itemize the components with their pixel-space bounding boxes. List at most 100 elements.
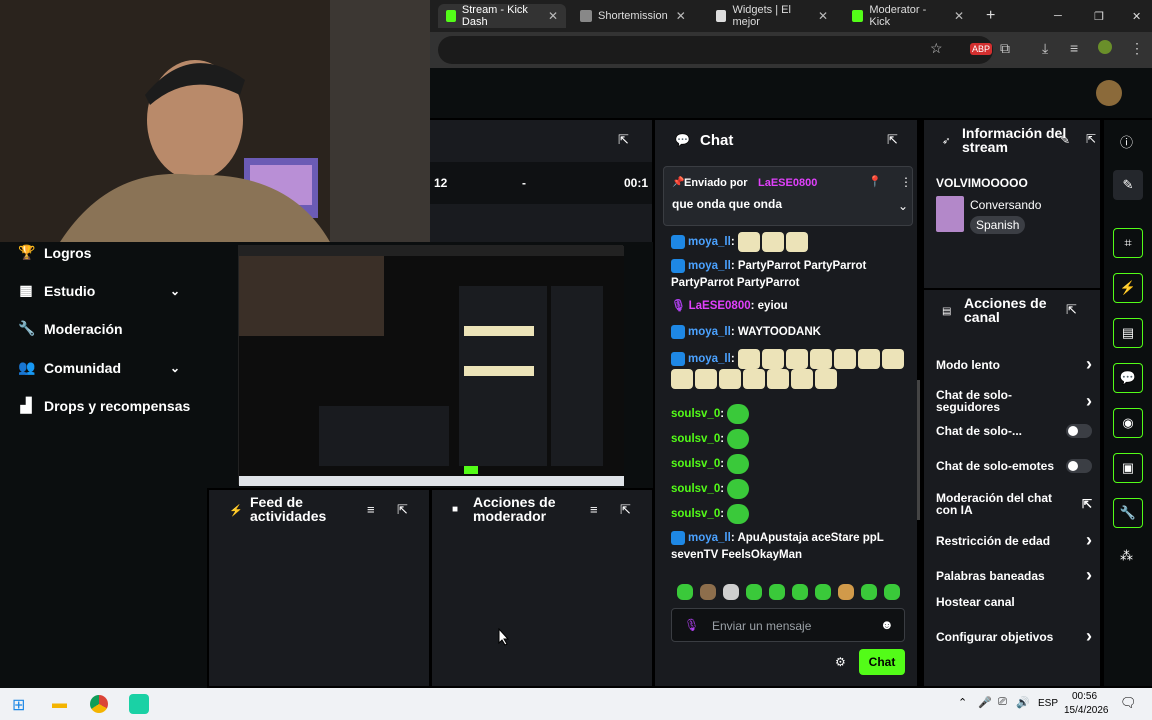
popout-icon[interactable]: ⇱ <box>1086 132 1096 146</box>
sidebar-item-moderacion[interactable]: 🔧 Moderación <box>18 320 123 337</box>
sidebar-item-drops[interactable]: ▟ Drops y recompensas <box>18 397 191 414</box>
chat-username[interactable]: soulsv_0 <box>671 508 720 520</box>
emote-icon[interactable] <box>695 369 717 389</box>
emote-icon[interactable] <box>671 369 693 389</box>
tab-widgets[interactable]: Widgets | El mejor ✕ <box>708 4 836 28</box>
category-name[interactable]: Conversando <box>970 198 1041 212</box>
more-icon[interactable]: ⋮ <box>900 175 912 189</box>
quick-emote-icon[interactable] <box>677 584 693 600</box>
chat-username[interactable]: soulsv_0 <box>671 458 720 470</box>
quick-emote-icon[interactable] <box>746 584 762 600</box>
emote-icon[interactable] <box>761 349 784 369</box>
emote-icon[interactable] <box>761 232 784 252</box>
pinned-user[interactable]: LaESE0800 <box>758 177 817 189</box>
extensions-icon[interactable]: ⧉ <box>1000 40 1010 57</box>
edit-icon[interactable]: ✎ <box>1060 133 1070 147</box>
chat-username[interactable]: moya_ll <box>688 260 731 272</box>
emote-icon[interactable] <box>727 479 750 499</box>
chevron-down-icon[interactable]: ⌄ <box>170 284 180 298</box>
rail-button-wrench[interactable]: 🔧 <box>1113 498 1143 528</box>
emote-icon[interactable] <box>743 369 765 389</box>
channel-action-row[interactable]: Hostear canal <box>936 596 1092 608</box>
toggle-switch[interactable] <box>1066 424 1092 438</box>
popout-icon[interactable]: ⇱ <box>397 502 408 518</box>
download-icon[interactable]: ⤓ <box>1042 40 1048 57</box>
new-tab-button[interactable]: + <box>978 4 1003 28</box>
tab-stream[interactable]: Stream - Kick Dash ✕ <box>438 4 566 28</box>
rail-button-broadcast[interactable]: ◉ <box>1113 408 1143 438</box>
popout-icon[interactable]: ⇱ <box>1066 302 1077 318</box>
close-icon[interactable]: ✕ <box>676 9 686 23</box>
gear-icon[interactable]: ⚙ <box>835 655 846 669</box>
channel-action-row[interactable]: Chat de solo-emotes <box>936 459 1092 473</box>
external-link-icon[interactable]: ⇱ <box>1082 497 1092 511</box>
notifications-icon[interactable]: 🗨 <box>1120 695 1137 711</box>
emote-icon[interactable] <box>815 369 837 389</box>
emote-icon[interactable] <box>857 349 880 369</box>
tab-moderator[interactable]: Moderator - Kick ✕ <box>844 4 972 28</box>
channel-action-row[interactable]: Chat de solo-seguidores › <box>936 389 1092 413</box>
channel-action-row[interactable]: Chat de solo-... <box>936 424 1092 438</box>
chat-username[interactable]: LaESE0800 <box>689 300 751 312</box>
emote-icon[interactable] <box>727 429 750 449</box>
windows-start-icon[interactable]: ⊞ <box>12 695 25 715</box>
menu-icon[interactable]: ⋮ <box>1130 40 1144 57</box>
rail-button-bolt[interactable]: ⚡ <box>1113 273 1143 303</box>
mic-tray-icon[interactable]: 🎤 <box>978 696 992 709</box>
network-icon[interactable]: ⎚ <box>998 696 1007 709</box>
emote-icon[interactable] <box>737 232 760 252</box>
sidebar-item-estudio[interactable]: ▦ Estudio ⌄ <box>18 282 180 299</box>
chat-username[interactable]: soulsv_0 <box>671 408 720 420</box>
emote-icon[interactable] <box>767 369 789 389</box>
emote-icon[interactable] <box>785 232 808 252</box>
stream-preview[interactable] <box>238 245 624 486</box>
quick-emote-icon[interactable] <box>884 584 900 600</box>
chevron-right-icon[interactable]: › <box>1086 626 1092 647</box>
emote-icon[interactable] <box>737 349 760 369</box>
edit-layout-button[interactable]: ✎ <box>1113 170 1143 200</box>
toggle-switch[interactable] <box>1066 459 1092 473</box>
pinned-message[interactable]: 📌 Enviado por LaESE0800 que onda que ond… <box>663 166 913 226</box>
restore-button[interactable]: ❐ <box>1086 4 1112 28</box>
chat-username[interactable]: soulsv_0 <box>671 433 720 445</box>
chrome-icon[interactable] <box>90 695 108 713</box>
popout-icon[interactable]: ⇱ <box>618 132 629 148</box>
chat-username[interactable]: soulsv_0 <box>671 483 720 495</box>
channel-action-row[interactable]: Modo lento › <box>936 354 1092 375</box>
filter-icon[interactable]: ≡ <box>590 502 598 517</box>
channel-action-row[interactable]: Restricción de edad › <box>936 530 1092 551</box>
quick-emote-icon[interactable] <box>815 584 831 600</box>
volume-icon[interactable]: 🔊 <box>1016 696 1030 709</box>
chevron-right-icon[interactable]: › <box>1086 354 1092 375</box>
filter-icon[interactable]: ≡ <box>367 502 375 517</box>
chevron-right-icon[interactable]: › <box>1086 530 1092 551</box>
chevron-right-icon[interactable]: › <box>1086 565 1092 586</box>
clock-date[interactable]: 15/4/2026 <box>1064 705 1109 716</box>
emote-icon[interactable] <box>727 504 750 524</box>
emote-icon[interactable] <box>785 349 808 369</box>
quick-emote-icon[interactable] <box>769 584 785 600</box>
app-icon[interactable] <box>129 694 149 714</box>
quick-emote-icon[interactable] <box>838 584 854 600</box>
rail-button-chat[interactable]: 💬 <box>1113 363 1143 393</box>
close-window-button[interactable]: ✕ <box>1124 4 1149 28</box>
sidebar-item-comunidad[interactable]: 👥 Comunidad ⌄ <box>18 359 180 376</box>
emote-icon[interactable] <box>833 349 856 369</box>
chat-username[interactable]: moya_ll <box>688 236 731 248</box>
popout-icon[interactable]: ⇱ <box>620 502 631 518</box>
rail-button-clip[interactable]: ⌗ <box>1113 228 1143 258</box>
send-chat-button[interactable]: Chat <box>859 649 905 675</box>
url-input[interactable] <box>438 36 993 64</box>
chevron-right-icon[interactable]: › <box>1086 391 1092 412</box>
rail-button-notes[interactable]: ▤ <box>1113 318 1143 348</box>
emote-icon[interactable] <box>719 369 741 389</box>
user-avatar[interactable] <box>1096 80 1122 106</box>
close-icon[interactable]: ✕ <box>954 9 964 23</box>
popout-icon[interactable]: ⇱ <box>887 132 898 148</box>
more-widgets-icon[interactable]: ⁂ <box>1120 548 1133 564</box>
chevron-down-icon[interactable]: ⌄ <box>170 361 180 375</box>
close-icon[interactable]: ✕ <box>548 9 558 23</box>
tray-chevron-icon[interactable]: ⌃ <box>958 696 967 709</box>
minimize-button[interactable]: ─ <box>1046 4 1070 28</box>
emote-icon[interactable] <box>791 369 813 389</box>
